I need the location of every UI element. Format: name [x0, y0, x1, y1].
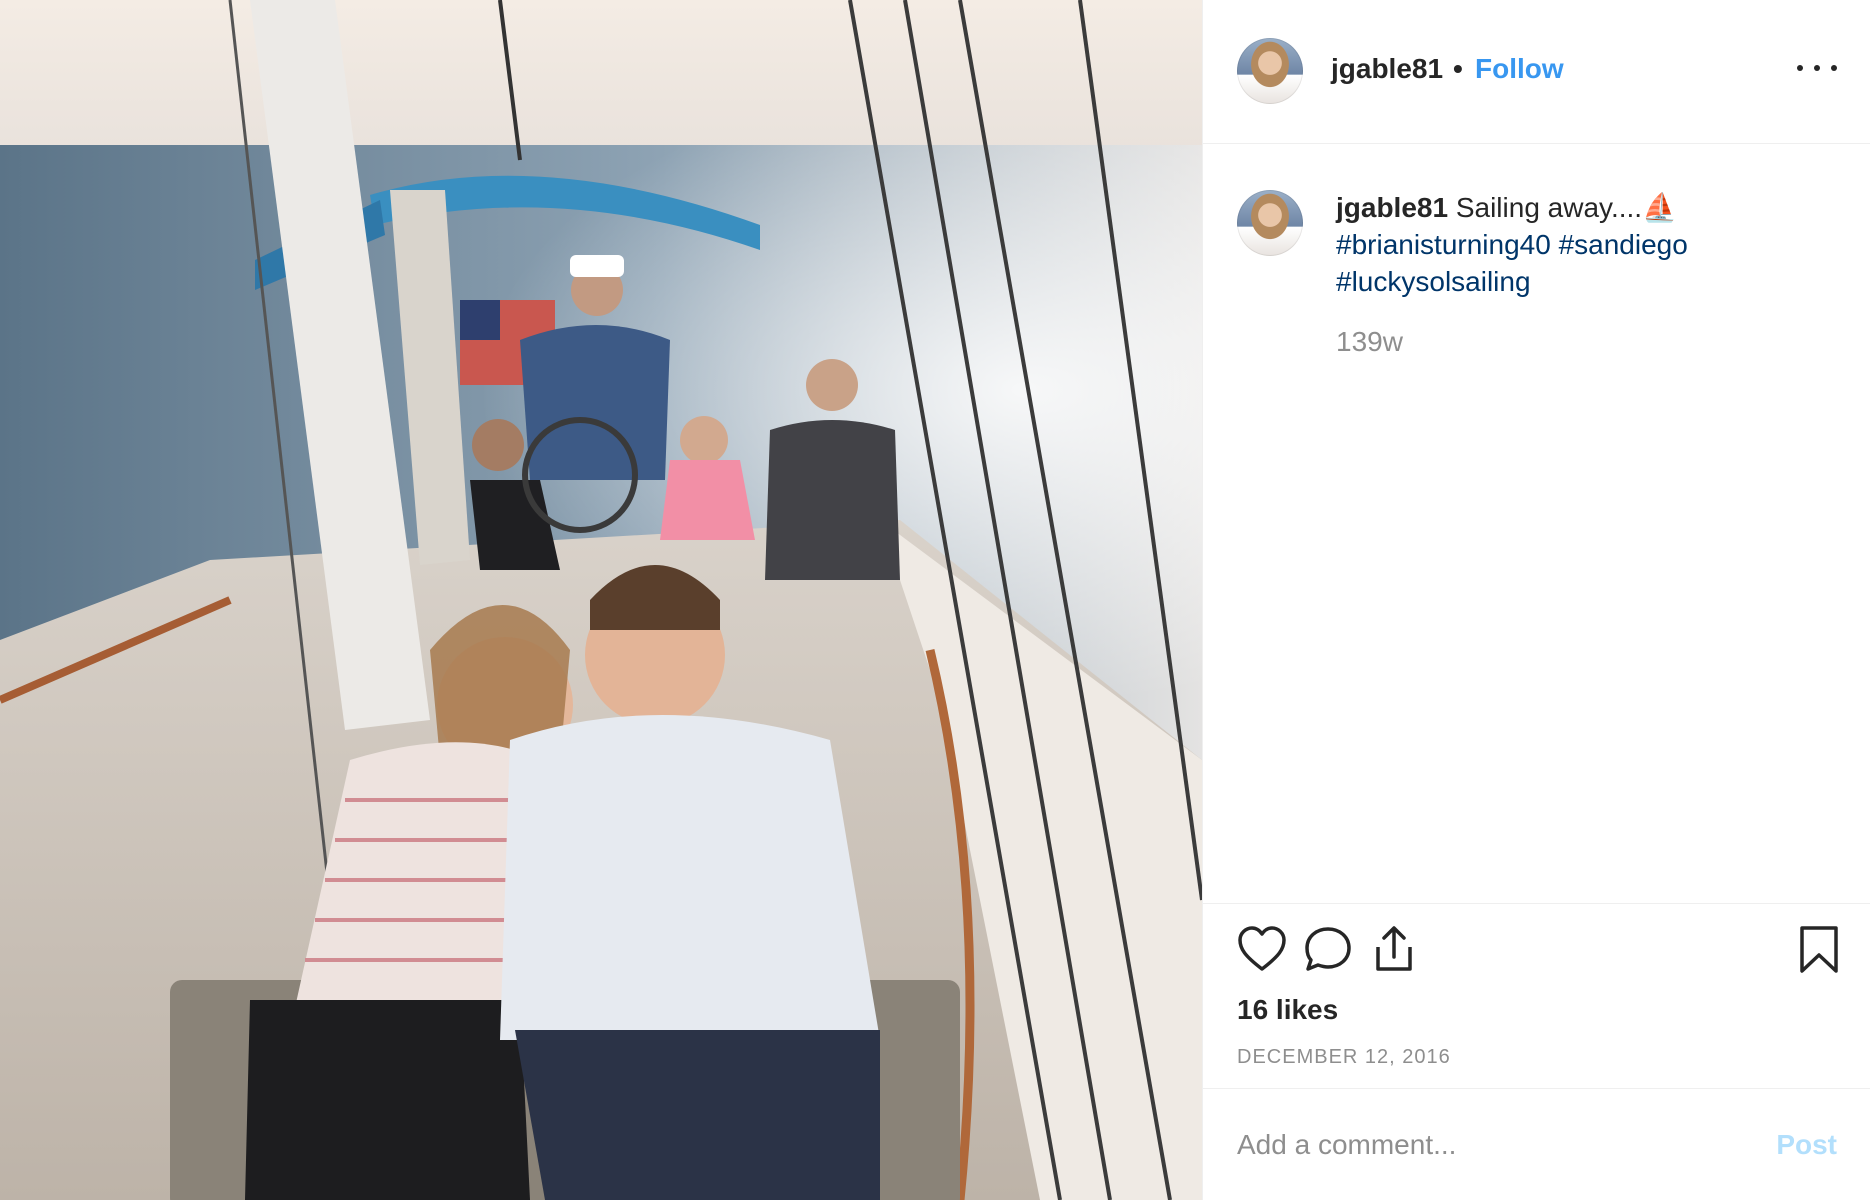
bookmark-icon[interactable]: [1797, 925, 1841, 980]
dot: [1831, 65, 1837, 71]
author-username[interactable]: jgable81: [1331, 53, 1443, 85]
caption-avatar[interactable]: [1237, 190, 1303, 256]
caption-timestamp[interactable]: 139w: [1336, 326, 1403, 358]
comment-input[interactable]: [1237, 1125, 1737, 1165]
post-date[interactable]: DECEMBER 12, 2016: [1237, 1046, 1451, 1069]
dot: [1797, 65, 1803, 71]
sailboat-photo: [0, 0, 1202, 1200]
comments-section: jgable81 Sailing away....⛵ #brianisturni…: [1203, 143, 1870, 903]
sailboat-emoji: ⛵: [1642, 192, 1677, 223]
caption-text: Sailing away....: [1448, 192, 1643, 223]
instagram-post-view: jgable81 • Follow jgable81 Sailing away.…: [0, 0, 1870, 1200]
caption-username[interactable]: jgable81: [1336, 192, 1448, 223]
post-header: jgable81 • Follow: [1203, 0, 1870, 144]
heart-icon[interactable]: [1237, 925, 1287, 978]
post-comment-button[interactable]: Post: [1776, 1129, 1837, 1161]
post-photo[interactable]: [0, 0, 1202, 1200]
hashtag-link[interactable]: #luckysolsailing: [1336, 266, 1531, 297]
comment-bar: Post: [1203, 1088, 1870, 1201]
action-bar: 16 likes DECEMBER 12, 2016: [1203, 903, 1870, 1089]
caption: jgable81 Sailing away....⛵ #brianisturni…: [1336, 189, 1806, 300]
likes-count[interactable]: 16 likes: [1237, 994, 1338, 1026]
share-icon[interactable]: [1369, 925, 1419, 978]
post-sidebar: jgable81 • Follow jgable81 Sailing away.…: [1202, 0, 1870, 1200]
separator-dot: •: [1453, 53, 1463, 84]
hashtag-link[interactable]: #brianisturning40: [1336, 229, 1551, 260]
dot: [1814, 65, 1820, 71]
more-options-icon[interactable]: [1797, 56, 1837, 80]
follow-button[interactable]: Follow: [1475, 53, 1564, 85]
author-avatar[interactable]: [1237, 38, 1303, 104]
hashtag-link[interactable]: #sandiego: [1559, 229, 1688, 260]
comment-icon[interactable]: [1303, 925, 1353, 978]
